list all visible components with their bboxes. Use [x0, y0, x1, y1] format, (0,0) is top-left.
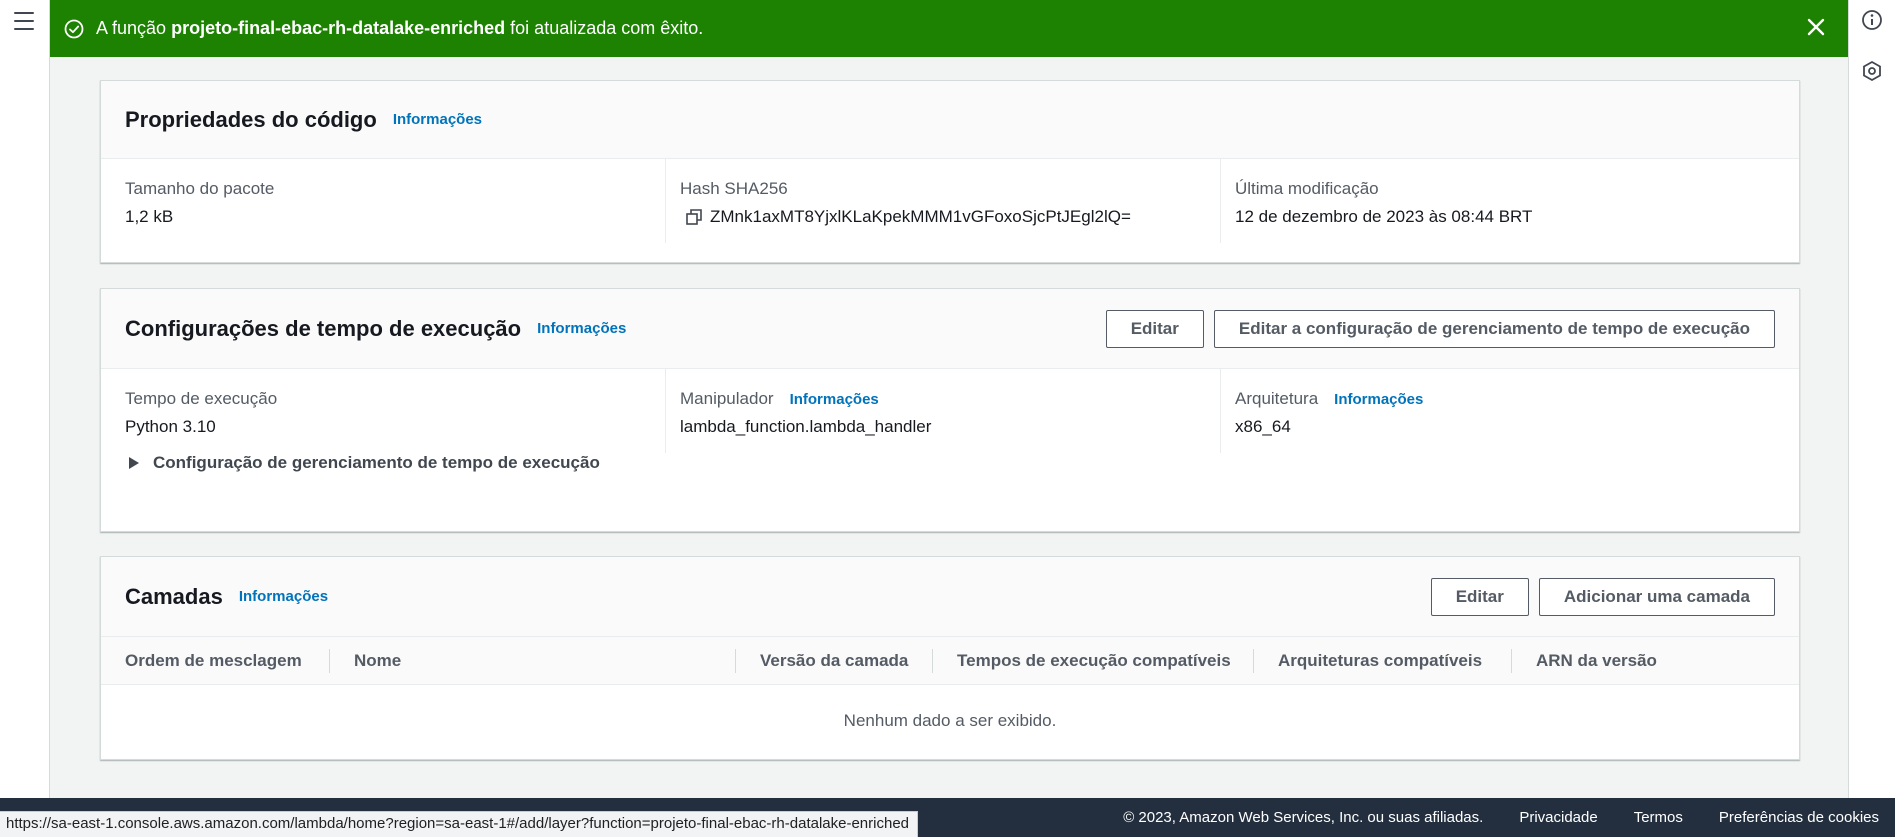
menu-icon[interactable]: [14, 12, 34, 30]
field-value: ZMnk1axMT8YjxlKLaKpekMMM1vGFoxoSjcPtJEgl…: [710, 207, 1131, 226]
code-properties-header: Propriedades do código Informações: [101, 81, 1799, 159]
field-label: Manipulador: [680, 389, 774, 408]
layers-card: Camadas Informações Editar Adicionar uma…: [100, 556, 1800, 760]
field-label: Hash SHA256: [680, 179, 788, 198]
layers-title: Camadas: [125, 583, 223, 609]
field-value: x86_64: [1235, 417, 1291, 436]
layers-button-row: Editar Adicionar uma camada: [1430, 577, 1775, 616]
package-size-field: Tamanho do pacote 1,2 kB: [125, 159, 665, 243]
architecture-info-link[interactable]: Informações: [1334, 391, 1423, 408]
info-icon[interactable]: [1861, 9, 1883, 31]
column-header-layer-version[interactable]: Versão da camada: [736, 637, 932, 684]
runtime-settings-title: Configurações de tempo de execução: [125, 315, 522, 341]
footer-privacy-link[interactable]: Privacidade: [1519, 809, 1597, 826]
handler-label-row: Manipulador Informações: [680, 389, 1220, 409]
edit-runtime-management-button[interactable]: Editar a configuração de gerenciamento d…: [1213, 309, 1775, 348]
add-layer-button[interactable]: Adicionar uma camada: [1538, 577, 1775, 616]
footer-copyright: © 2023, Amazon Web Services, Inc. ou sua…: [1123, 809, 1484, 826]
settings-hexagon-icon[interactable]: [1861, 60, 1883, 82]
runtime-settings-header: Configurações de tempo de execução Infor…: [101, 289, 1799, 369]
runtime-field: Tempo de execução Python 3.10: [125, 369, 665, 453]
caret-right-icon: [129, 457, 139, 469]
sha256-value-row: ZMnk1axMT8YjxlKLaKpekMMM1vGFoxoSjcPtJEgl…: [680, 207, 1220, 227]
column-header-name[interactable]: Nome: [330, 637, 735, 684]
copy-icon[interactable]: [686, 209, 702, 225]
runtime-settings-card: Configurações de tempo de execução Infor…: [100, 288, 1800, 532]
left-nav-rail: [0, 0, 50, 837]
flash-function-name: projeto-final-ebac-rh-datalake-enriched: [171, 18, 506, 38]
field-label: Tempo de execução: [125, 389, 278, 408]
layers-table-header: Ordem de mesclagem Nome Versão da camada…: [101, 637, 1799, 685]
success-flash-banner: A função projeto-final-ebac-rh-datalake-…: [50, 0, 1848, 57]
last-modified-field: Última modificação 12 de dezembro de 202…: [1220, 159, 1775, 243]
field-value: 1,2 kB: [125, 207, 174, 226]
column-header-compatible-architectures[interactable]: Arquiteturas compatíveis: [1254, 637, 1511, 684]
code-properties-card: Propriedades do código Informações Taman…: [100, 80, 1800, 263]
architecture-label-row: Arquitetura Informações: [1235, 389, 1775, 409]
expander-label: Configuração de gerenciamento de tempo d…: [153, 453, 600, 472]
browser-status-url: https://sa-east-1.console.aws.amazon.com…: [0, 811, 919, 837]
column-header-compatible-runtimes[interactable]: Tempos de execução compatíveis: [933, 637, 1253, 684]
field-label: Tamanho do pacote: [125, 179, 275, 198]
right-utility-rail: [1848, 0, 1895, 837]
runtime-button-row: Editar Editar a configuração de gerencia…: [1105, 309, 1775, 348]
layers-header: Camadas Informações Editar Adicionar uma…: [101, 557, 1799, 637]
code-properties-info-link[interactable]: Informações: [393, 111, 482, 128]
field-value: Python 3.10: [125, 417, 216, 436]
layers-empty-message: Nenhum dado a ser exibido.: [843, 711, 1057, 730]
column-header-merge-order[interactable]: Ordem de mesclagem: [125, 637, 329, 684]
column-header-version-arn[interactable]: ARN da versão: [1512, 637, 1732, 684]
layers-info-link[interactable]: Informações: [239, 588, 328, 605]
success-check-icon: [64, 19, 84, 38]
field-value: 12 de dezembro de 2023 às 08:44 BRT: [1235, 207, 1533, 226]
flash-prefix: A função: [96, 18, 167, 38]
code-properties-title: Propriedades do código: [125, 106, 377, 132]
flash-suffix: foi atualizada com êxito.: [510, 18, 704, 38]
edit-runtime-button[interactable]: Editar: [1105, 309, 1204, 348]
code-properties-fields: Tamanho do pacote 1,2 kB Hash SHA256 ZMn…: [101, 159, 1799, 243]
field-value: lambda_function.lambda_handler: [680, 417, 932, 436]
handler-field: Manipulador Informações lambda_function.…: [665, 369, 1220, 453]
runtime-fields: Tempo de execução Python 3.10 Manipulado…: [101, 369, 1799, 453]
field-label: Arquitetura: [1235, 389, 1319, 408]
handler-info-link[interactable]: Informações: [790, 391, 879, 408]
runtime-settings-info-link[interactable]: Informações: [537, 320, 626, 337]
runtime-management-expander[interactable]: Configuração de gerenciamento de tempo d…: [101, 453, 1799, 503]
footer-cookie-preferences-link[interactable]: Preferências de cookies: [1719, 809, 1879, 826]
field-label: Última modificação: [1235, 179, 1379, 198]
architecture-field: Arquitetura Informações x86_64: [1220, 369, 1775, 453]
footer-terms-link[interactable]: Termos: [1634, 809, 1683, 826]
sha256-field: Hash SHA256 ZMnk1axMT8YjxlKLaKpekMMM1vGF…: [665, 159, 1220, 243]
close-icon[interactable]: [1804, 15, 1828, 39]
edit-layers-button[interactable]: Editar: [1430, 577, 1529, 616]
